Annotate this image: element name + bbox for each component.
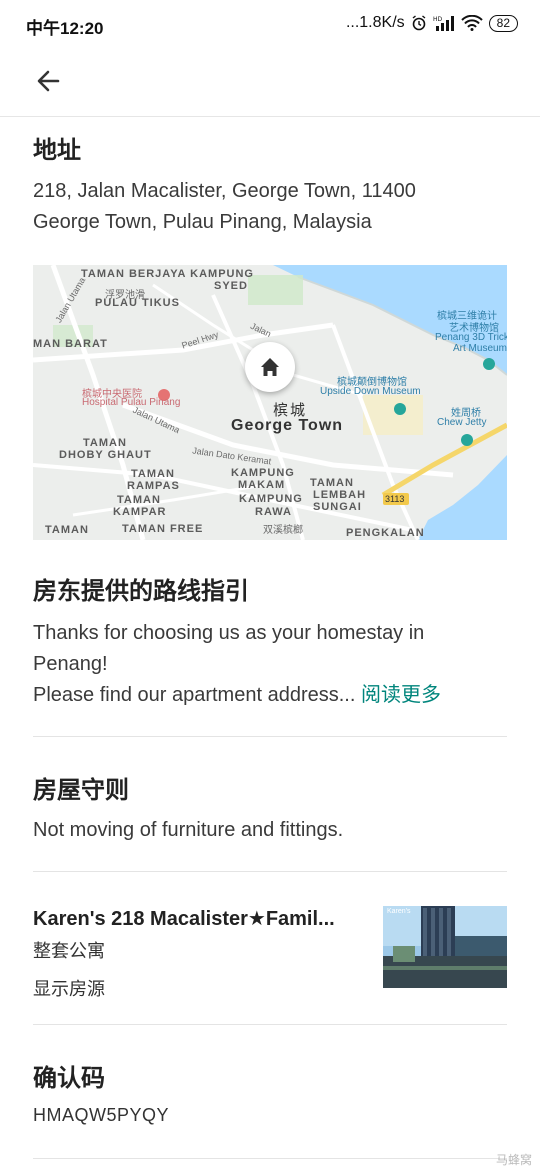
- listing-thumbnail[interactable]: Karen's: [383, 906, 507, 988]
- map-label: TAMAN: [45, 524, 89, 536]
- directions-line-1: Thanks for choosing us as your homestay …: [33, 622, 425, 644]
- divider: [33, 736, 507, 737]
- directions-section: 房东提供的路线指引 Thanks for choosing us as your…: [33, 571, 507, 711]
- map-route-marker: 3113: [385, 494, 405, 504]
- divider: [33, 1158, 507, 1159]
- map-label: PENGKALAN: [346, 527, 425, 539]
- signal-icon: HD: [433, 16, 454, 31]
- map-label: DHOBY GHAUT: [59, 449, 152, 461]
- read-more-link[interactable]: 阅读更多: [361, 684, 441, 706]
- address-line-1: 218, Jalan Macalister, George Town, 1140…: [33, 180, 416, 202]
- status-time: 中午12:20: [26, 19, 104, 38]
- map-label: Hospital Pulau Pinang: [82, 397, 181, 408]
- map-city-label: George Town: [231, 417, 344, 434]
- directions-line-3-row: Please find our apartment address... 阅读更…: [33, 680, 507, 711]
- listing-thumb-caption: Karen's: [387, 908, 411, 915]
- listing-title[interactable]: Karen's 218 Macalister★Famil...: [33, 906, 363, 931]
- watermark: 马蜂窝: [495, 1153, 532, 1167]
- house-rules-section: 房屋守则 Not moving of furniture and fitting…: [33, 770, 507, 846]
- map-label: TAMAN: [117, 494, 161, 506]
- confirmation-code: HMAQW5PYQY: [33, 1105, 170, 1125]
- map-label: RAMPAS: [127, 480, 180, 492]
- map-label: KAMPAR: [113, 506, 167, 518]
- address-line-2: George Town, Pulau Pinang, Malaysia: [33, 211, 372, 233]
- wifi-icon: [460, 15, 483, 31]
- map-label: TAMAN FREE: [122, 523, 204, 535]
- map-label: Penang 3D Trick: [435, 332, 507, 343]
- address-heading: 地址: [33, 137, 81, 164]
- home-location-pin[interactable]: [245, 342, 295, 392]
- map-label: TAMAN: [310, 477, 354, 489]
- network-speed: ...1.8K/s: [345, 14, 405, 31]
- battery-indicator: 82: [488, 14, 518, 32]
- top-app-bar: [0, 48, 540, 117]
- directions-line-2: Penang!: [33, 653, 108, 675]
- listing-photo: [383, 906, 507, 988]
- map-label: Upside Down Museum: [320, 386, 421, 397]
- map-label: TAMAN: [83, 437, 127, 449]
- divider: [33, 871, 507, 872]
- map-label: KAMPUNG: [231, 467, 295, 479]
- map-label: TAMAN BERJAYA KAMPUNG: [81, 268, 254, 280]
- address-section: 地址 218, Jalan Macalister, George Town, 1…: [33, 130, 507, 238]
- map-label: MAN BARAT: [33, 338, 108, 350]
- directions-heading: 房东提供的路线指引: [33, 578, 249, 605]
- map-label: SYED: [214, 280, 248, 292]
- confirmation-heading: 确认码: [33, 1065, 105, 1092]
- map-label: RAWA: [255, 506, 292, 518]
- map-label: Art Museum: [453, 343, 507, 354]
- status-icons: ...1.8K/s HD 82: [346, 14, 518, 32]
- house-rules-heading: 房屋守则: [33, 777, 129, 804]
- divider: [33, 1024, 507, 1025]
- map-label: SUNGAI: [313, 501, 362, 513]
- house-rules-text: Not moving of furniture and fittings.: [33, 819, 344, 841]
- map-label: LEMBAH: [313, 489, 367, 501]
- confirmation-section: 确认码 HMAQW5PYQY: [33, 1058, 507, 1126]
- map-label: KAMPUNG: [239, 493, 303, 505]
- map-label: Chew Jetty: [437, 417, 487, 428]
- alarm-icon: [412, 15, 426, 31]
- back-arrow-icon[interactable]: [32, 64, 66, 98]
- location-map[interactable]: TAMAN BERJAYA KAMPUNG SYED 浮罗池滑 PULAU TI…: [33, 265, 507, 540]
- map-label: PULAU TIKUS: [95, 297, 180, 309]
- map-label: 双溪槟榔: [263, 525, 303, 536]
- map-label: MAKAM: [238, 479, 286, 491]
- directions-line-3: Please find our apartment address...: [33, 684, 356, 706]
- status-bar: 中午12:20 ...1.8K/s HD 82: [0, 0, 540, 48]
- house-icon: [261, 358, 279, 376]
- map-label: TAMAN: [131, 468, 175, 480]
- svg-text:HD: HD: [433, 16, 443, 23]
